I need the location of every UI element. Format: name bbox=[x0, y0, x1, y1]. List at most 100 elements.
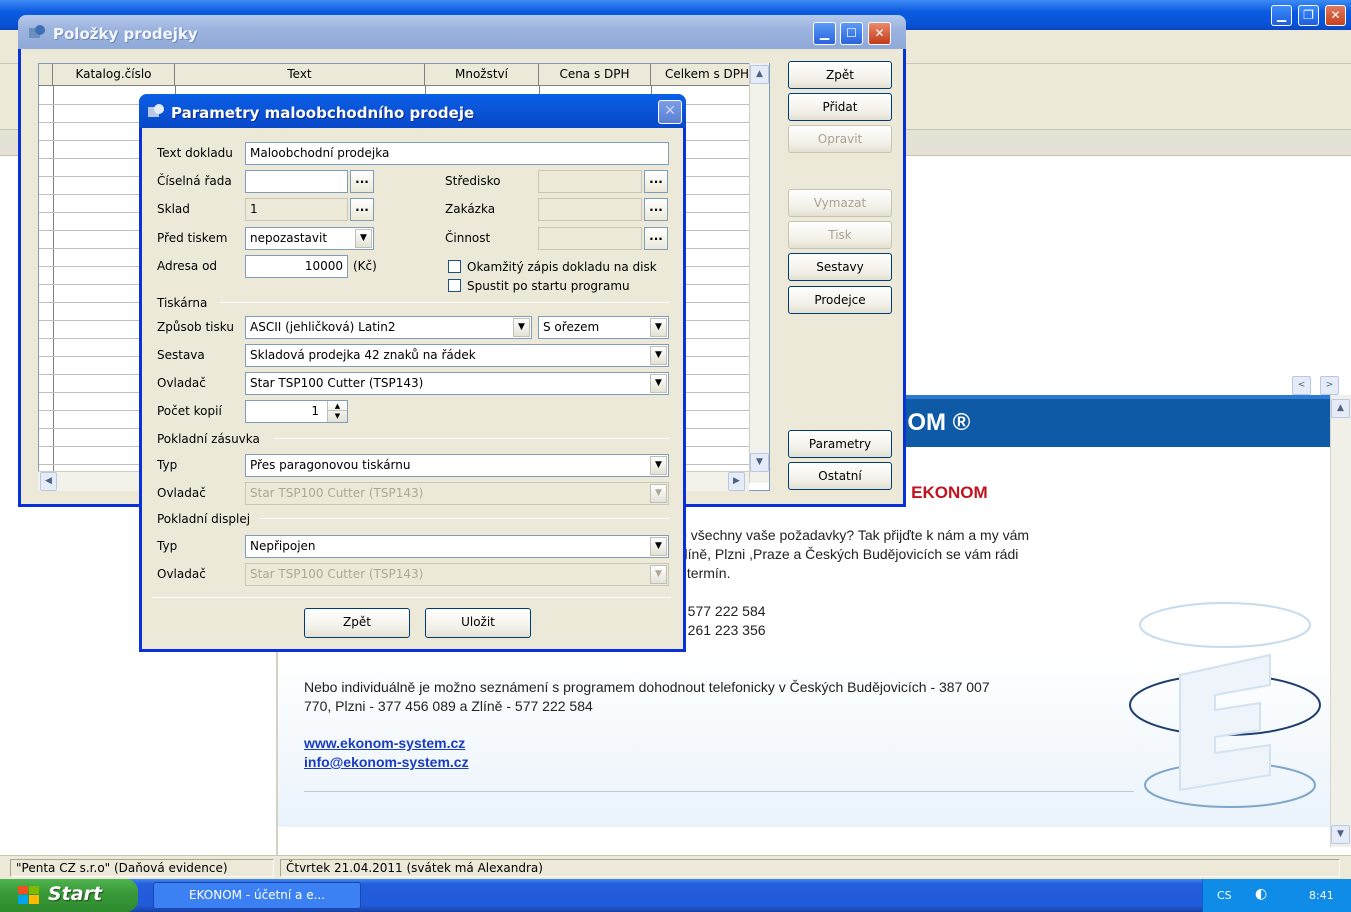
column-header-celkem[interactable]: Celkem s DPH bbox=[651, 64, 764, 86]
zakazka-input[interactable] bbox=[538, 198, 642, 221]
grid-scroll-up-button[interactable]: ▲ bbox=[750, 65, 769, 84]
taskbar-item-label: EKONOM - účetní a e... bbox=[189, 888, 326, 902]
chevron-down-icon[interactable]: ▼ bbox=[650, 318, 667, 337]
spustit-po-startu-checkbox[interactable] bbox=[448, 279, 461, 292]
text-dokladu-label: Text dokladu bbox=[157, 146, 233, 160]
website-link[interactable]: www.ekonom-system.cz bbox=[304, 735, 465, 751]
spin-up-icon[interactable]: ▲ bbox=[328, 401, 347, 411]
ciselna-rada-input[interactable] bbox=[245, 170, 348, 193]
start-label: Start bbox=[48, 883, 103, 905]
displej-typ-value: Nepřipojen bbox=[250, 539, 316, 553]
chevron-down-icon[interactable]: ▼ bbox=[650, 537, 667, 556]
displej-group-divider bbox=[260, 518, 669, 519]
chevron-down-icon[interactable]: ▼ bbox=[650, 346, 667, 365]
grid-scroll-left-button[interactable]: ◀ bbox=[40, 472, 57, 491]
ostatni-button[interactable]: Ostatní bbox=[788, 462, 892, 490]
web-paragraph-line: je všechny vaše požadavky? Tak přijďte k… bbox=[676, 527, 1030, 543]
tray-language[interactable]: CS bbox=[1217, 889, 1232, 902]
pocet-kopii-spinner[interactable]: ▲ ▼ bbox=[327, 401, 347, 422]
cinnost-browse-button[interactable]: ... bbox=[644, 227, 668, 250]
chevron-down-icon[interactable]: ▼ bbox=[355, 229, 372, 248]
web-paragraph-line: Zlíně, Plzni ,Praze a Českých Budějovicí… bbox=[676, 546, 1019, 562]
pokladni-displej-group-label: Pokladní displej bbox=[157, 512, 251, 526]
email-link[interactable]: info@ekonom-system.cz bbox=[304, 754, 469, 770]
spustit-po-startu-label[interactable]: Spustit po startu programu bbox=[467, 279, 630, 293]
ovladac-select[interactable]: Star TSP100 Cutter (TSP143) ▼ bbox=[245, 372, 669, 395]
prodejce-button[interactable]: Prodejce bbox=[788, 286, 892, 314]
panel-scroll-left-button[interactable]: < bbox=[1292, 376, 1311, 395]
dialog-zpet-button[interactable]: Zpět bbox=[304, 608, 410, 638]
ciselna-rada-browse-button[interactable]: ... bbox=[350, 170, 374, 193]
grid-scroll-down-button[interactable]: ▼ bbox=[750, 453, 769, 472]
sklad-label: Sklad bbox=[157, 202, 190, 216]
taskbar-item-ekonom[interactable]: EKONOM - účetní a e... bbox=[153, 882, 361, 909]
dialog-close-button[interactable]: ✕ bbox=[658, 100, 682, 124]
column-header-text[interactable]: Text bbox=[175, 64, 425, 86]
web-individual-line: 770, Plzni - 377 456 089 a Zlíně - 577 2… bbox=[304, 698, 593, 714]
tisk-button[interactable]: Tisk bbox=[788, 221, 892, 249]
zasuvka-typ-select[interactable]: Přes paragonovou tiskárnu ▼ bbox=[245, 454, 669, 477]
zpusob-tisku-select[interactable]: ASCII (jehličková) Latin2 ▼ bbox=[245, 316, 532, 339]
chevron-down-icon[interactable]: ▼ bbox=[650, 565, 667, 584]
web-panel-scrollbar[interactable]: ▲ ▼ bbox=[1330, 395, 1351, 847]
sklad-browse-button[interactable]: ... bbox=[350, 198, 374, 221]
retail-parameters-dialog: Parametry maloobchodního prodeje ✕ Text … bbox=[139, 94, 686, 652]
adresa-od-input[interactable]: 10000 bbox=[245, 255, 348, 278]
zasuvka-ovladac-select[interactable]: Star TSP100 Cutter (TSP143) ▼ bbox=[245, 482, 669, 505]
cinnost-input[interactable] bbox=[538, 227, 642, 250]
chevron-down-icon[interactable]: ▼ bbox=[650, 484, 667, 503]
grid-indicator-header bbox=[39, 64, 53, 86]
start-button[interactable]: Start bbox=[0, 879, 138, 912]
status-date: Čtvrtek 21.04.2011 (svátek má Alexandra) bbox=[280, 859, 1340, 877]
sestava-select[interactable]: Skladová prodejka 42 znaků na řádek ▼ bbox=[245, 344, 669, 367]
vymazat-button[interactable]: Vymazat bbox=[788, 189, 892, 217]
orez-value: S ořezem bbox=[543, 320, 600, 334]
app-restore-button[interactable]: ❐ bbox=[1298, 5, 1319, 26]
orez-select[interactable]: S ořezem ▼ bbox=[538, 316, 669, 339]
pocet-kopii-value: 1 bbox=[311, 404, 319, 418]
tiskarna-group-divider bbox=[220, 302, 669, 303]
grid-vertical-scrollbar[interactable]: ▲ ▼ bbox=[749, 63, 769, 483]
okamzity-zapis-checkbox[interactable] bbox=[448, 260, 461, 273]
scroll-up-button[interactable]: ▲ bbox=[1331, 399, 1350, 418]
sestavy-button[interactable]: Sestavy bbox=[788, 253, 892, 281]
minimize-button[interactable]: ▁ bbox=[813, 22, 836, 45]
column-header-mnozstvi[interactable]: Množství bbox=[425, 64, 539, 86]
dialog-ulozit-button[interactable]: Uložit bbox=[425, 608, 531, 638]
text-dokladu-input[interactable]: Maloobchodní prodejka bbox=[245, 142, 669, 165]
chevron-down-icon[interactable]: ▼ bbox=[513, 318, 530, 337]
chevron-down-icon[interactable]: ▼ bbox=[650, 456, 667, 475]
zpet-button[interactable]: Zpět bbox=[788, 61, 892, 89]
tray-network-icon[interactable]: ◐ bbox=[1255, 886, 1267, 902]
displej-ovladac-select[interactable]: Star TSP100 Cutter (TSP143) ▼ bbox=[245, 563, 669, 586]
chevron-down-icon[interactable]: ▼ bbox=[650, 374, 667, 393]
sklad-input[interactable]: 1 bbox=[245, 198, 348, 221]
app-minimize-button[interactable]: ▁ bbox=[1271, 5, 1292, 26]
column-header-cena[interactable]: Cena s DPH bbox=[539, 64, 651, 86]
sestava-label: Sestava bbox=[157, 348, 205, 362]
panel-scroll-right-button[interactable]: > bbox=[1320, 376, 1339, 395]
stredisko-input[interactable] bbox=[538, 170, 642, 193]
zasuvka-typ-value: Přes paragonovou tiskárnu bbox=[250, 458, 411, 472]
pridat-button[interactable]: Přidat bbox=[788, 93, 892, 121]
displej-typ-select[interactable]: Nepřipojen ▼ bbox=[245, 535, 669, 558]
scroll-down-button[interactable]: ▼ bbox=[1331, 825, 1350, 844]
column-header-katalog[interactable]: Katalog.číslo bbox=[53, 64, 175, 86]
pred-tiskem-select[interactable]: nepozastavit ▼ bbox=[245, 227, 374, 250]
parametry-button[interactable]: Parametry bbox=[788, 430, 892, 458]
grid-scroll-right-button[interactable]: ▶ bbox=[728, 472, 745, 491]
taskbar: Start EKONOM - účetní a e... CS ◐ 8:41 bbox=[0, 879, 1351, 912]
ovladac-label: Ovladač bbox=[157, 376, 206, 390]
zpusob-tisku-value: ASCII (jehličková) Latin2 bbox=[250, 320, 396, 334]
okamzity-zapis-label[interactable]: Okamžitý zápis dokladu na disk bbox=[467, 260, 657, 274]
stredisko-browse-button[interactable]: ... bbox=[644, 170, 668, 193]
maximize-button[interactable]: ☐ bbox=[840, 22, 863, 45]
app-close-button[interactable]: ✕ bbox=[1325, 5, 1346, 26]
spin-down-icon[interactable]: ▼ bbox=[328, 411, 347, 421]
opravit-button[interactable]: Opravit bbox=[788, 125, 892, 153]
items-window-titlebar: Položky prodejky ▁ ☐ ✕ bbox=[18, 15, 906, 49]
zakazka-browse-button[interactable]: ... bbox=[644, 198, 668, 221]
close-button[interactable]: ✕ bbox=[868, 22, 891, 45]
zasuvka-group-divider bbox=[274, 438, 669, 439]
status-bar: "Penta CZ s.r.o" (Daňová evidence) Čtvrt… bbox=[0, 855, 1351, 879]
